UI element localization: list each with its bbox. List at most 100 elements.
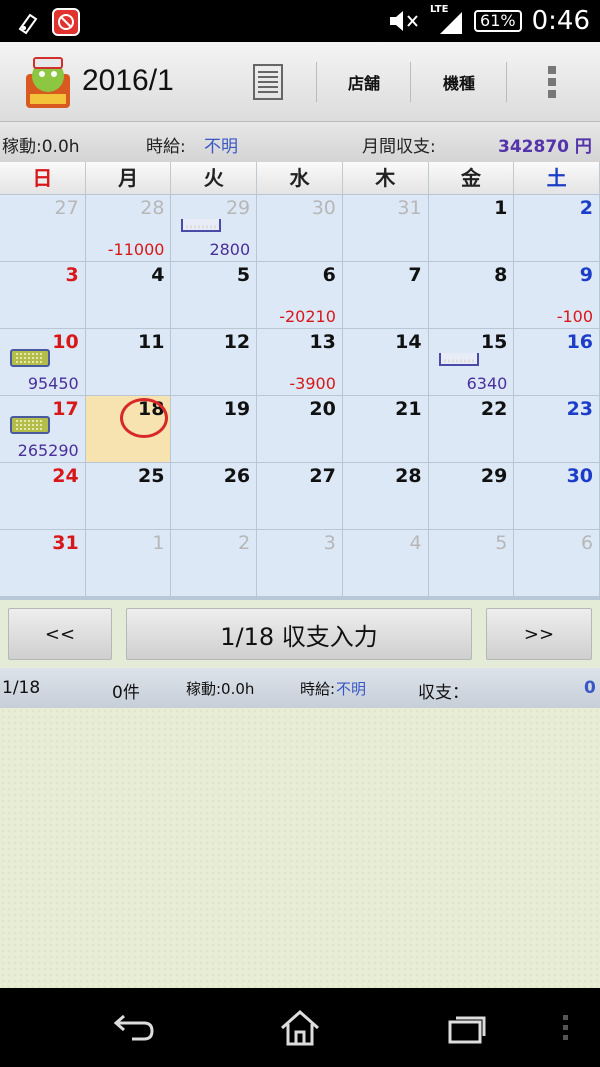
calendar-day-cell[interactable]: 6 -20210 <box>257 262 343 328</box>
calendar-day-cell[interactable]: 12 <box>171 329 258 395</box>
calendar-day-cell[interactable]: 27 <box>0 195 86 261</box>
calendar-day-cell[interactable]: 5 <box>428 530 515 596</box>
calendar-day-cell[interactable]: 30 <box>514 463 600 529</box>
day-number: 28 <box>140 197 165 219</box>
day-number: 26 <box>223 465 251 487</box>
day-number: 6 <box>322 264 336 286</box>
day-number: 28 <box>395 465 422 487</box>
calendar-day-cell[interactable]: 21 <box>342 396 429 462</box>
day-number: 20 <box>309 398 336 420</box>
calendar-day-cell[interactable]: 8 <box>428 262 515 328</box>
menu-store-button[interactable]: 店舗 <box>318 42 410 122</box>
calendar-day-cell[interactable]: 16 <box>514 329 600 395</box>
overflow-menu-button[interactable] <box>528 42 576 122</box>
calendar-day-cell[interactable]: 14 <box>342 329 429 395</box>
notification-icon <box>18 13 38 35</box>
calendar-day-cell[interactable]: 19 <box>171 396 258 462</box>
calendar-day-cell[interactable]: 4 <box>342 530 429 596</box>
calendar-day-cell[interactable]: 31 <box>342 195 429 261</box>
calendar-day-cell[interactable]: 2 <box>171 530 258 596</box>
day-number: 30 <box>566 465 594 487</box>
calendar-day-cell[interactable]: 23 <box>514 396 600 462</box>
day-number: 27 <box>54 197 79 219</box>
calendar-day-cell[interactable]: 2 <box>514 195 600 261</box>
summary-balance-value: 0 <box>584 678 596 698</box>
operation-hours: 稼動:0.0h <box>2 137 80 157</box>
calendar-day-cell[interactable]: 18 <box>85 396 172 462</box>
day-number: 5 <box>495 532 508 554</box>
overflow-dots-icon[interactable] <box>562 1014 570 1042</box>
home-icon[interactable] <box>278 1008 322 1046</box>
calendar-day-cell[interactable]: 5 <box>171 262 258 328</box>
day-number: 3 <box>65 264 79 286</box>
day-number: 4 <box>409 532 422 554</box>
day-number: 5 <box>236 264 251 286</box>
calendar-day-cell[interactable]: 13 -3900 <box>257 329 343 395</box>
calendar-day-cell[interactable]: 10 95450 <box>0 329 86 395</box>
list-button[interactable] <box>236 42 300 122</box>
calendar-grid: 27 28 -11000 29 2800 30 31 1 2 3 4 5 6 -20210 7 8 9 -100 1… <box>0 194 600 596</box>
weekday-sat: 土 <box>514 162 600 194</box>
menu-model-button[interactable]: 機種 <box>412 42 506 122</box>
recent-apps-icon[interactable] <box>446 1012 488 1044</box>
day-balance: 6340 <box>466 374 508 393</box>
calendar-day-cell[interactable]: 26 <box>171 463 258 529</box>
calendar-day-cell[interactable]: 3 <box>257 530 343 596</box>
weekday-sun: 日 <box>0 162 86 194</box>
calendar-day-cell[interactable]: 29 <box>428 463 515 529</box>
next-month-button[interactable]: >> <box>486 608 592 660</box>
more-vert-icon <box>548 66 556 98</box>
calendar-day-cell[interactable]: 17 265290 <box>0 396 86 462</box>
calendar-day-cell[interactable]: 4 <box>85 262 172 328</box>
weekday-fri: 金 <box>428 162 515 194</box>
calendar-day-cell[interactable]: 1 <box>85 530 172 596</box>
summary-date: 1/18 <box>2 678 41 698</box>
day-balance: 95450 <box>27 374 79 393</box>
day-number: 23 <box>566 398 594 420</box>
prev-month-button[interactable]: << <box>8 608 112 660</box>
monthly-info-row: 稼動:0.0h 時給: 不明 月間収支: 342870 円 <box>0 122 600 162</box>
calendar-day-cell[interactable]: 9 -100 <box>514 262 600 328</box>
calendar-day-cell[interactable]: 6 <box>514 530 600 596</box>
calendar-day-cell[interactable]: 15 6340 <box>428 329 515 395</box>
calendar-day-cell[interactable]: 20 <box>257 396 343 462</box>
day-number: 15 <box>480 331 508 353</box>
summary-balance-label: 収支： <box>418 683 469 703</box>
day-number: 31 <box>397 197 422 219</box>
calendar-day-cell[interactable]: 29 2800 <box>171 195 258 261</box>
calendar-day-cell[interactable]: 22 <box>428 396 515 462</box>
calendar-day-cell[interactable]: 27 <box>257 463 343 529</box>
calendar-day-cell[interactable]: 28 -11000 <box>85 195 172 261</box>
calendar-day-cell[interactable]: 7 <box>342 262 429 328</box>
system-nav-bar <box>0 988 600 1067</box>
day-number: 19 <box>223 398 251 420</box>
summary-operation: 稼動:0.0h <box>186 680 255 698</box>
day-number: 29 <box>480 465 508 487</box>
wage-value: 不明 <box>204 137 238 157</box>
page-title: 2016/1 <box>82 64 174 97</box>
income-input-button[interactable]: 1/18 収支入力 <box>126 608 472 660</box>
calendar-day-cell[interactable]: 30 <box>257 195 343 261</box>
calendar-week: 17 265290 18 19 20 21 22 23 <box>0 395 600 462</box>
day-balance: 265290 <box>17 441 79 460</box>
calendar-day-cell[interactable]: 24 <box>0 463 86 529</box>
day-summary-row: 1/18 0件 稼動:0.0h 時給: 不明 収支： 0 <box>0 668 600 708</box>
calendar-day-cell[interactable]: 28 <box>342 463 429 529</box>
summary-wage-value: 不明 <box>336 680 367 698</box>
calendar-day-cell[interactable]: 11 <box>85 329 172 395</box>
calendar-day-cell[interactable]: 25 <box>85 463 172 529</box>
day-number: 14 <box>395 331 422 353</box>
calendar-week: 27 28 -11000 29 2800 30 31 1 2 <box>0 194 600 261</box>
app-logo-icon[interactable] <box>22 54 74 110</box>
back-icon[interactable] <box>112 1010 156 1044</box>
clock: 0:46 <box>531 6 590 36</box>
day-number: 29 <box>225 197 251 219</box>
day-number: 21 <box>395 398 422 420</box>
app-notification-icon <box>52 8 80 36</box>
calendar-day-cell[interactable]: 1 <box>428 195 515 261</box>
calendar-day-cell[interactable]: 3 <box>0 262 86 328</box>
divider <box>506 62 507 102</box>
monthly-balance-value: 342870 円 <box>498 137 592 157</box>
calendar-week: 31 1 2 3 4 5 6 <box>0 529 600 596</box>
calendar-day-cell[interactable]: 31 <box>0 530 86 596</box>
